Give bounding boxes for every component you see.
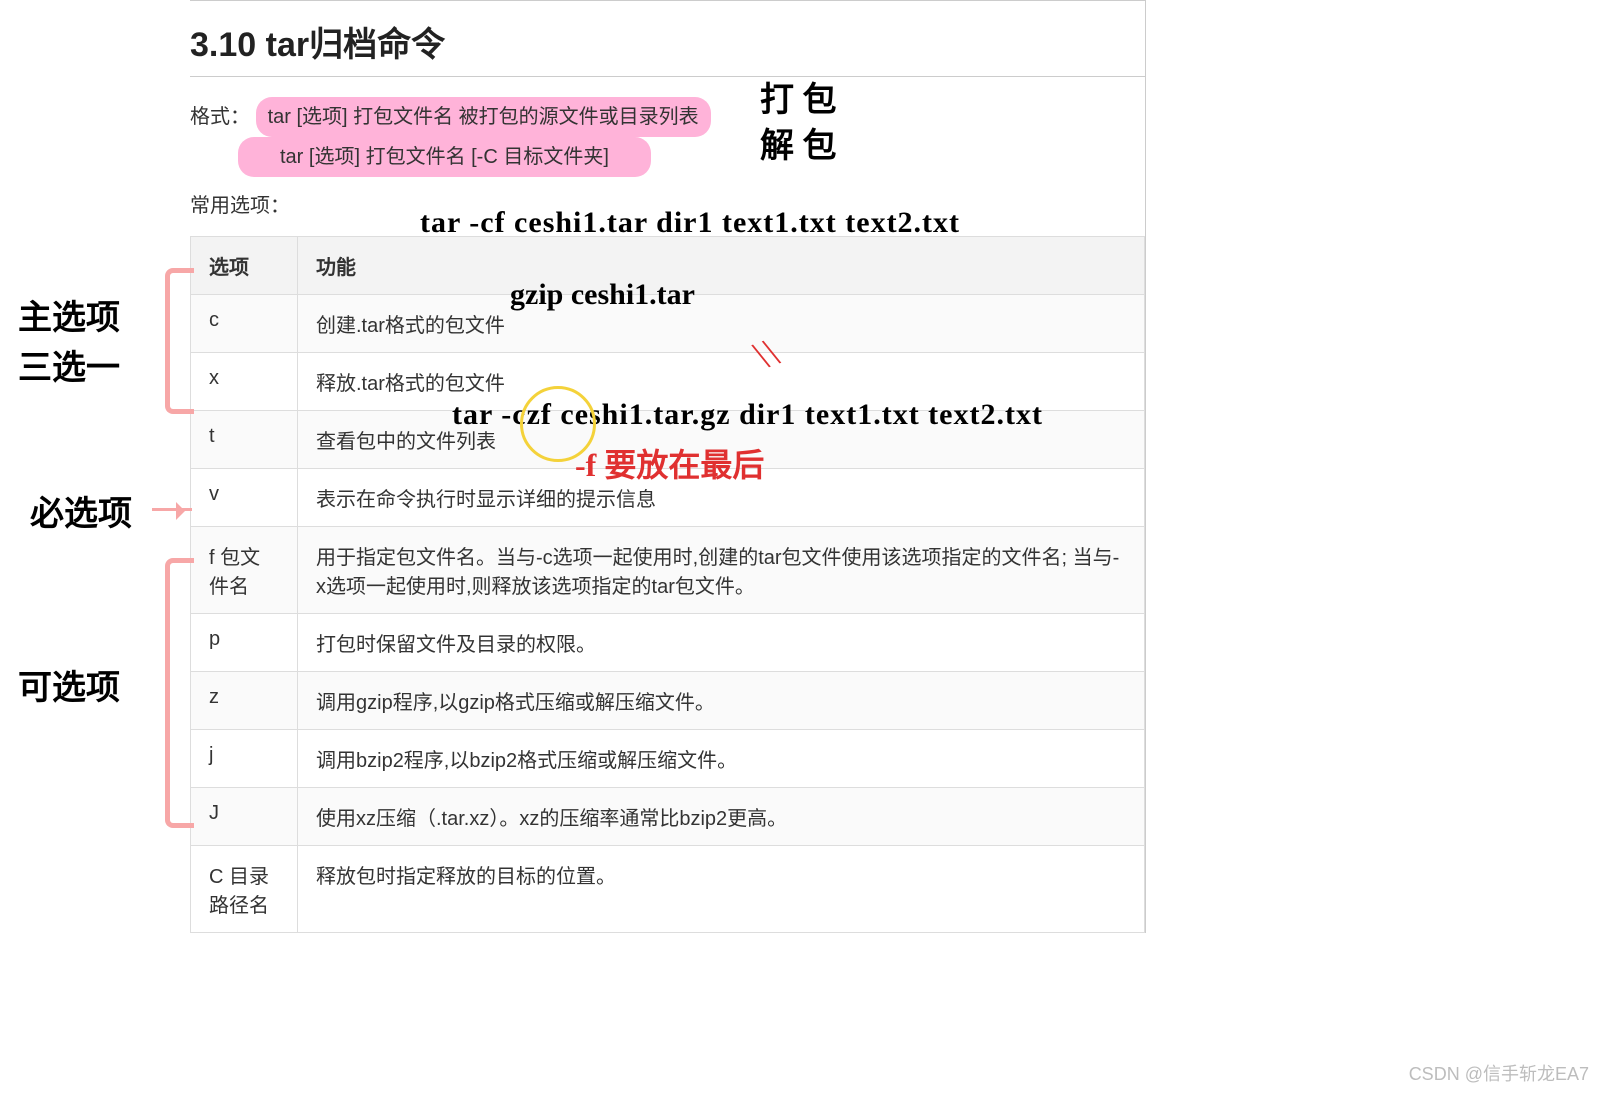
opt-cell: C 目录路径名 — [191, 846, 298, 933]
th-option: 选项 — [191, 237, 298, 295]
annotation-main-option: 主选项 — [18, 290, 120, 339]
desc-cell: 释放.tar格式的包文件 — [298, 353, 1145, 411]
table-row: C 目录路径名释放包时指定释放的目标的位置。 — [191, 846, 1145, 933]
opt-cell: t — [191, 411, 298, 469]
desc-cell: 释放包时指定释放的目标的位置。 — [298, 846, 1145, 933]
annotation-must-option: 必选项 — [30, 486, 132, 535]
desc-cell: 用于指定包文件名。当与-c选项一起使用时,创建的tar包文件使用该选项指定的文件… — [298, 527, 1145, 614]
desc-cell: 调用bzip2程序,以bzip2格式压缩或解压缩文件。 — [298, 730, 1145, 788]
watermark: CSDN @信手斩龙EA7 — [1409, 1060, 1589, 1086]
opt-cell: p — [191, 614, 298, 672]
annotation-optional-option: 可选项 — [18, 660, 120, 709]
opt-cell: x — [191, 353, 298, 411]
opt-cell: j — [191, 730, 298, 788]
table-row: x释放.tar格式的包文件 — [191, 353, 1145, 411]
opt-cell: z — [191, 672, 298, 730]
desc-cell: 表示在命令执行时显示详细的提示信息 — [298, 469, 1145, 527]
opt-cell: J — [191, 788, 298, 846]
format-label: 格式： — [190, 99, 250, 135]
table-row: f 包文件名用于指定包文件名。当与-c选项一起使用时,创建的tar包文件使用该选… — [191, 527, 1145, 614]
desc-cell: 创建.tar格式的包文件 — [298, 295, 1145, 353]
desc-cell: 使用xz压缩（.tar.xz）。xz的压缩率通常比bzip2更高。 — [298, 788, 1145, 846]
format-block: 格式： tar [选项] 打包文件名 被打包的源文件或目录列表 tar [选项]… — [190, 97, 1145, 177]
table-row: j调用bzip2程序,以bzip2格式压缩或解压缩文件。 — [191, 730, 1145, 788]
desc-cell: 调用gzip程序,以gzip格式压缩或解压缩文件。 — [298, 672, 1145, 730]
table-row: z调用gzip程序,以gzip格式压缩或解压缩文件。 — [191, 672, 1145, 730]
table-row: v表示在命令执行时显示详细的提示信息 — [191, 469, 1145, 527]
desc-cell: 查看包中的文件列表 — [298, 411, 1145, 469]
desc-cell: 打包时保留文件及目录的权限。 — [298, 614, 1145, 672]
section-heading: 3.10 tar归档命令 — [190, 17, 1145, 77]
format-line-2: tar [选项] 打包文件名 [-C 目标文件夹] — [238, 137, 651, 177]
opt-cell: c — [191, 295, 298, 353]
table-row: J使用xz压缩（.tar.xz）。xz的压缩率通常比bzip2更高。 — [191, 788, 1145, 846]
table-row: t查看包中的文件列表 — [191, 411, 1145, 469]
arrow-icon — [152, 508, 192, 511]
common-options-label: 常用选项： — [190, 189, 1145, 218]
document-body: 3.10 tar归档命令 格式： tar [选项] 打包文件名 被打包的源文件或… — [190, 0, 1146, 933]
annotation-three-choose-one: 三选一 — [18, 340, 120, 389]
options-table: 选项 功能 c创建.tar格式的包文件 x释放.tar格式的包文件 t查看包中的… — [190, 236, 1145, 933]
format-line-1: tar [选项] 打包文件名 被打包的源文件或目录列表 — [256, 97, 711, 137]
opt-cell: v — [191, 469, 298, 527]
th-function: 功能 — [298, 237, 1145, 295]
table-row: p打包时保留文件及目录的权限。 — [191, 614, 1145, 672]
opt-cell: f 包文件名 — [191, 527, 298, 614]
table-row: c创建.tar格式的包文件 — [191, 295, 1145, 353]
